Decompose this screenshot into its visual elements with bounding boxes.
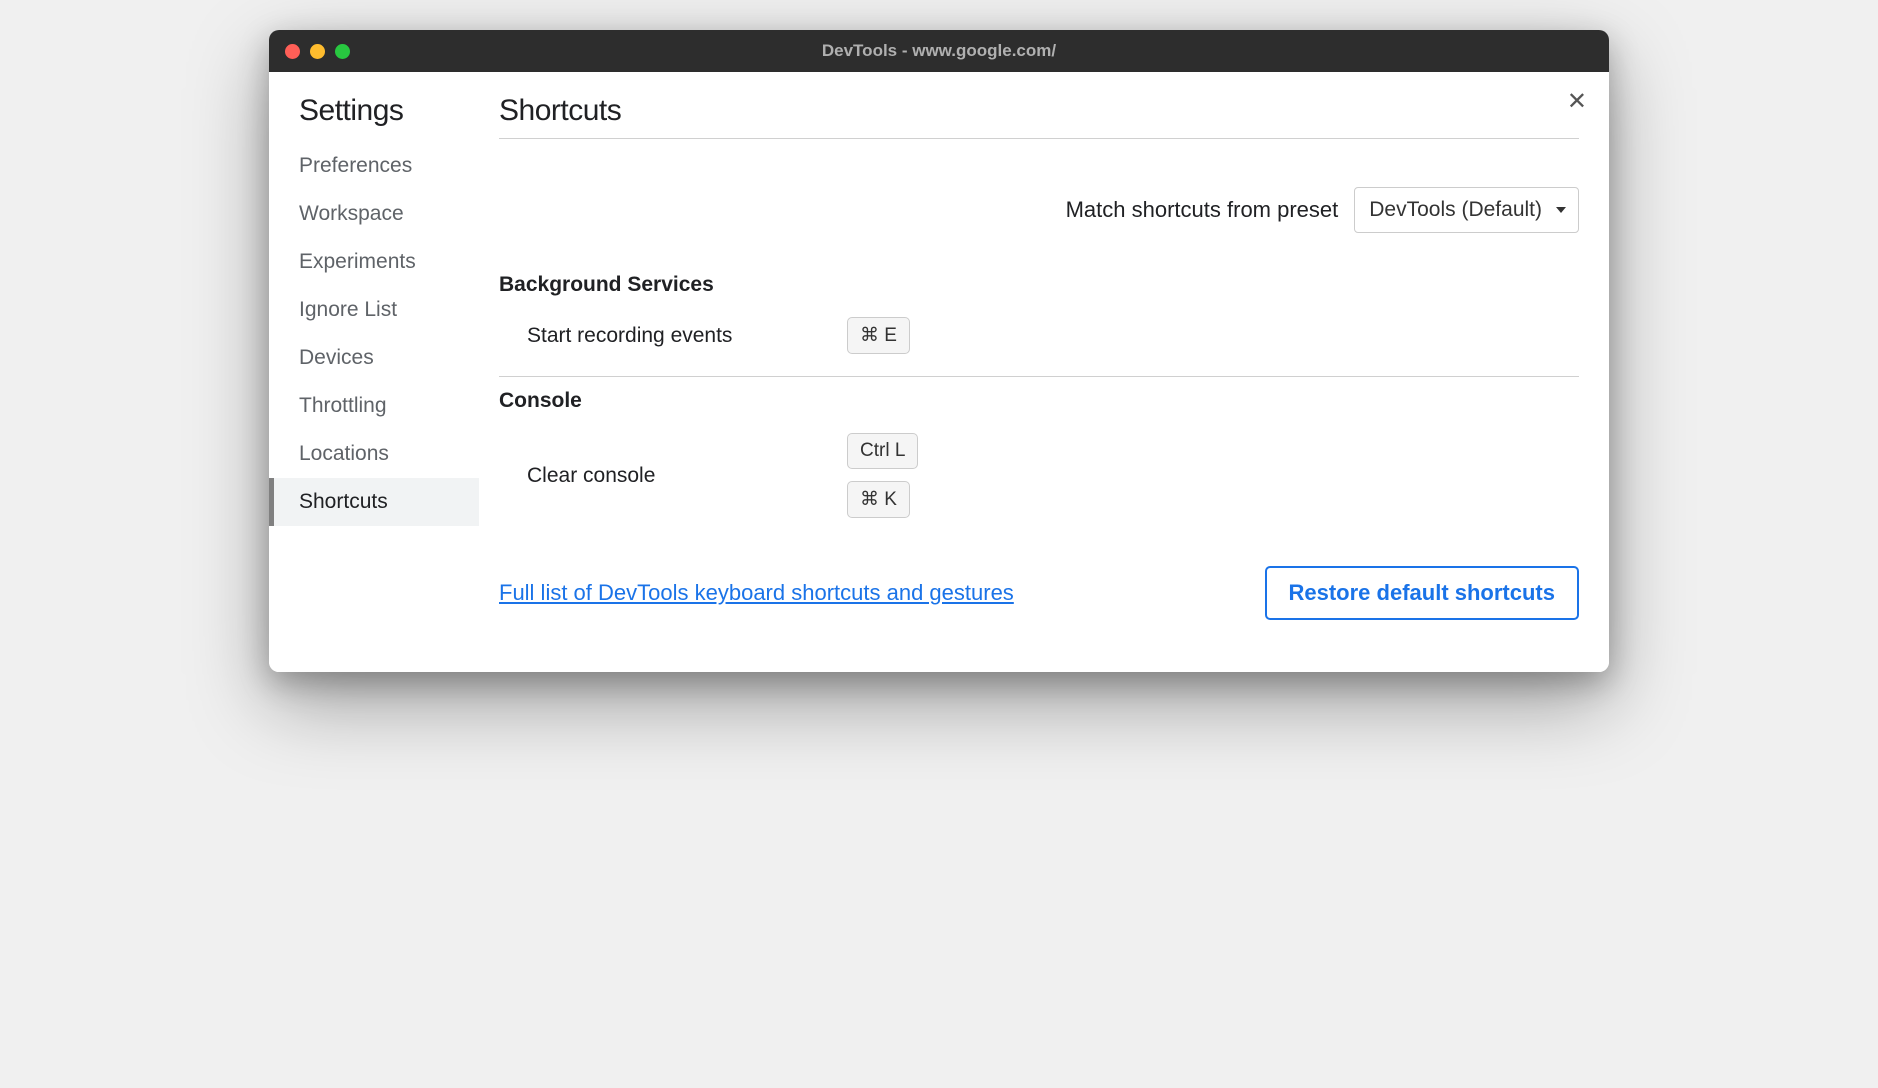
shortcut-row: Clear console Ctrl L ⌘ K (499, 429, 1579, 540)
shortcut-keys: Ctrl L ⌘ K (847, 433, 918, 518)
page-title: Shortcuts (499, 94, 1579, 138)
titlebar: DevTools - www.google.com/ (269, 30, 1609, 72)
preset-select-value: DevTools (Default) (1369, 198, 1542, 222)
sidebar-item-shortcuts[interactable]: Shortcuts (269, 478, 479, 526)
section-header: Console (499, 389, 1579, 413)
shortcut-label: Clear console (527, 464, 847, 488)
key-chip: ⌘ E (847, 317, 910, 354)
section-header: Background Services (499, 273, 1579, 297)
window-close-icon[interactable] (285, 44, 300, 59)
close-icon[interactable]: ✕ (1567, 90, 1587, 114)
sidebar-item-throttling[interactable]: Throttling (269, 382, 479, 430)
divider (499, 376, 1579, 377)
shortcut-keys: ⌘ E (847, 317, 910, 354)
preset-row: Match shortcuts from preset DevTools (De… (499, 187, 1579, 233)
chevron-down-icon (1556, 207, 1566, 213)
sidebar-item-ignore-list[interactable]: Ignore List (269, 286, 479, 334)
key-chip: Ctrl L (847, 433, 918, 469)
divider (499, 138, 1579, 139)
section-console: Console Clear console Ctrl L ⌘ K (499, 389, 1579, 540)
window-minimize-icon[interactable] (310, 44, 325, 59)
sidebar-item-preferences[interactable]: Preferences (269, 142, 479, 190)
key-chip: ⌘ K (847, 481, 910, 518)
preset-select[interactable]: DevTools (Default) (1354, 187, 1579, 233)
window-title: DevTools - www.google.com/ (822, 41, 1056, 61)
preset-label: Match shortcuts from preset (1066, 197, 1339, 223)
settings-body: ✕ Settings Preferences Workspace Experim… (269, 72, 1609, 672)
sidebar-item-workspace[interactable]: Workspace (269, 190, 479, 238)
section-background-services: Background Services Start recording even… (499, 273, 1579, 376)
sidebar-item-locations[interactable]: Locations (269, 430, 479, 478)
footer: Full list of DevTools keyboard shortcuts… (499, 566, 1579, 620)
settings-sidebar: Settings Preferences Workspace Experimen… (269, 72, 479, 672)
sidebar-title: Settings (269, 94, 479, 142)
sidebar-item-devices[interactable]: Devices (269, 334, 479, 382)
full-shortcuts-link[interactable]: Full list of DevTools keyboard shortcuts… (499, 580, 1014, 606)
sidebar-item-experiments[interactable]: Experiments (269, 238, 479, 286)
restore-defaults-button[interactable]: Restore default shortcuts (1265, 566, 1580, 620)
traffic-lights (285, 44, 350, 59)
shortcut-row: Start recording events ⌘ E (499, 313, 1579, 376)
settings-content: Shortcuts Match shortcuts from preset De… (479, 72, 1609, 672)
window-zoom-icon[interactable] (335, 44, 350, 59)
devtools-settings-window: DevTools - www.google.com/ ✕ Settings Pr… (269, 30, 1609, 672)
shortcut-label: Start recording events (527, 324, 847, 348)
